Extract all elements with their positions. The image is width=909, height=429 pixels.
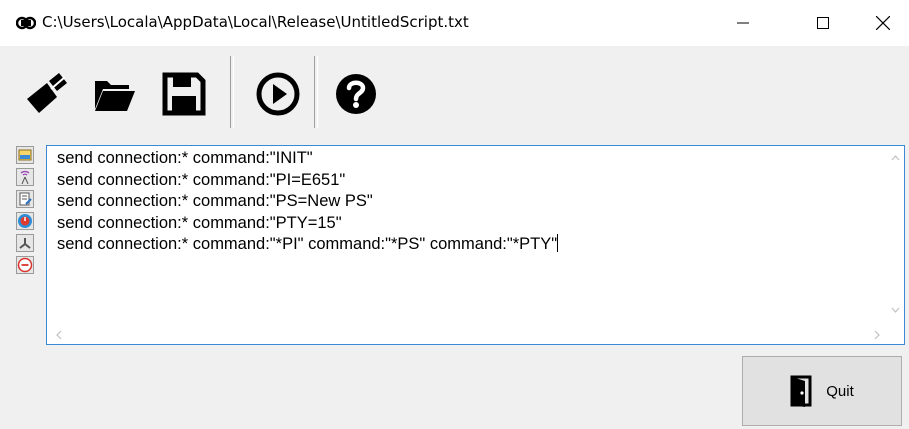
network-icon [19,238,31,249]
edit-document-button[interactable] [16,190,34,208]
vertical-scrollbar[interactable] [887,146,904,326]
minimize-button[interactable] [720,0,766,46]
scroll-arrows-icon [891,155,900,313]
broadcast-button[interactable] [16,168,34,186]
power-button[interactable] [16,212,34,230]
editor-text[interactable]: send connection:* command:"INIT" send con… [57,148,559,256]
script-line: send connection:* command:"INIT" [57,149,313,167]
close-icon [876,16,890,30]
script-line: send connection:* command:"PS=New PS" [57,192,373,210]
maximize-button[interactable] [800,0,846,46]
scroll-arrows-icon [56,330,880,340]
app-logo-icon [15,14,37,32]
title-bar[interactable]: C:\Users\Locala\AppData\Local\Release\Un… [0,0,909,46]
close-button[interactable] [860,0,906,46]
remove-icon [17,257,33,273]
network-button[interactable] [16,234,34,252]
script-editor[interactable]: send connection:* command:"INIT" send con… [46,145,905,345]
power-icon [18,214,32,228]
script-line: send connection:* command:"PTY=15" [57,213,342,232]
open-connection-button[interactable] [16,146,34,164]
help-button[interactable] [324,62,388,126]
script-line: send connection:* command:"PI=E651" [57,170,346,189]
toolbar-separator [230,56,234,128]
broadcast-icon [20,170,30,185]
open-connection-icon [18,149,32,161]
play-icon [256,72,300,116]
clear-button[interactable] [14,62,78,126]
text-caret [557,234,559,252]
help-icon [336,74,376,114]
remove-button[interactable] [16,256,34,274]
door-exit-icon [790,375,812,407]
save-button[interactable] [152,62,216,126]
script-line: send connection:* command:"*PI" command:… [57,235,558,253]
open-folder-icon [95,81,135,111]
maximize-icon [817,17,829,29]
open-button[interactable] [82,62,146,126]
quit-button[interactable]: Quit [742,356,902,426]
horizontal-scrollbar[interactable] [47,326,887,344]
run-button[interactable] [246,62,310,126]
toolbar-separator [314,56,318,128]
minimize-icon [737,22,749,24]
save-disk-icon [162,72,206,116]
edit-document-icon [19,192,32,206]
quit-label: Quit [826,382,854,400]
window-title: C:\Users\Locala\AppData\Local\Release\Un… [42,13,469,31]
brush-clear-icon [27,73,67,113]
